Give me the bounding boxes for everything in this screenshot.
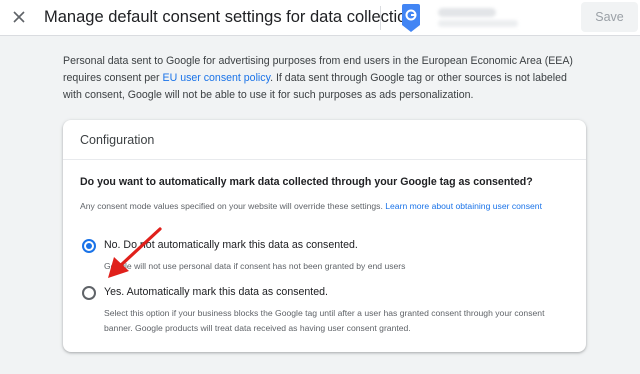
card-header: Configuration	[63, 120, 586, 160]
close-button[interactable]	[9, 7, 29, 27]
page-title: Manage default consent settings for data…	[44, 8, 416, 26]
option-no-description: Google will not use personal data if con…	[104, 261, 406, 271]
intro-paragraph: Personal data sent to Google for adverti…	[63, 53, 588, 104]
hint-text: Any consent mode values specified on you…	[80, 201, 386, 211]
account-name-redacted	[438, 8, 496, 17]
eu-consent-policy-link[interactable]: EU user consent policy	[163, 72, 271, 84]
save-button[interactable]: Save	[581, 2, 638, 32]
header-divider	[380, 6, 381, 30]
configuration-card: Configuration Do you want to automatical…	[63, 120, 586, 352]
top-bar: Manage default consent settings for data…	[0, 0, 640, 36]
option-yes-label: Yes. Automatically mark this data as con…	[104, 286, 328, 298]
learn-more-link[interactable]: Learn more about obtaining user consent	[385, 201, 542, 211]
card-title: Configuration	[80, 133, 155, 147]
account-id-redacted	[438, 20, 518, 27]
radio-no[interactable]	[82, 239, 96, 253]
consent-hint: Any consent mode values specified on you…	[80, 199, 560, 213]
close-icon	[13, 11, 25, 23]
radio-yes[interactable]	[82, 286, 96, 300]
consent-question: Do you want to automatically mark data c…	[80, 176, 533, 188]
option-no-label: No. Do not automatically mark this data …	[104, 239, 358, 251]
option-yes-description: Select this option if your business bloc…	[104, 308, 545, 333]
google-tag-icon	[402, 4, 420, 32]
